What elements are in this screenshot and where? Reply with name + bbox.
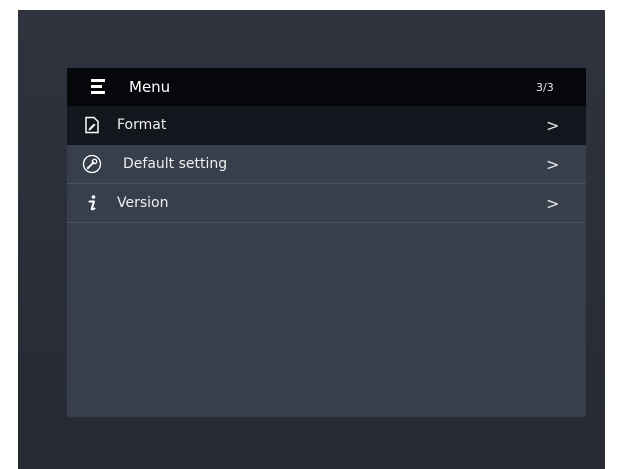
menu-item-label: Default setting <box>123 156 228 172</box>
menu-item-version[interactable]: Version > <box>67 184 586 223</box>
menu-item-label: Version <box>117 195 169 211</box>
page-indicator: 3/3 <box>536 80 554 94</box>
file-edit-icon <box>67 116 117 134</box>
menu-item-format[interactable]: Format > <box>67 106 586 145</box>
menu-title: Menu <box>129 78 171 96</box>
menu-item-default-setting[interactable]: Default setting > <box>67 145 586 184</box>
menu-item-label: Format <box>117 117 167 133</box>
wrench-icon <box>67 154 117 174</box>
device-screen: Menu 3/3 Format > Default setting > Vers… <box>18 10 605 469</box>
menu-header: Menu 3/3 <box>67 68 586 106</box>
menu-panel: Menu 3/3 Format > Default setting > Vers… <box>67 68 586 417</box>
chevron-right-icon: > <box>546 115 560 135</box>
chevron-right-icon: > <box>546 154 560 174</box>
info-icon <box>67 194 117 212</box>
chevron-right-icon: > <box>546 193 560 213</box>
menu-icon <box>67 78 129 96</box>
